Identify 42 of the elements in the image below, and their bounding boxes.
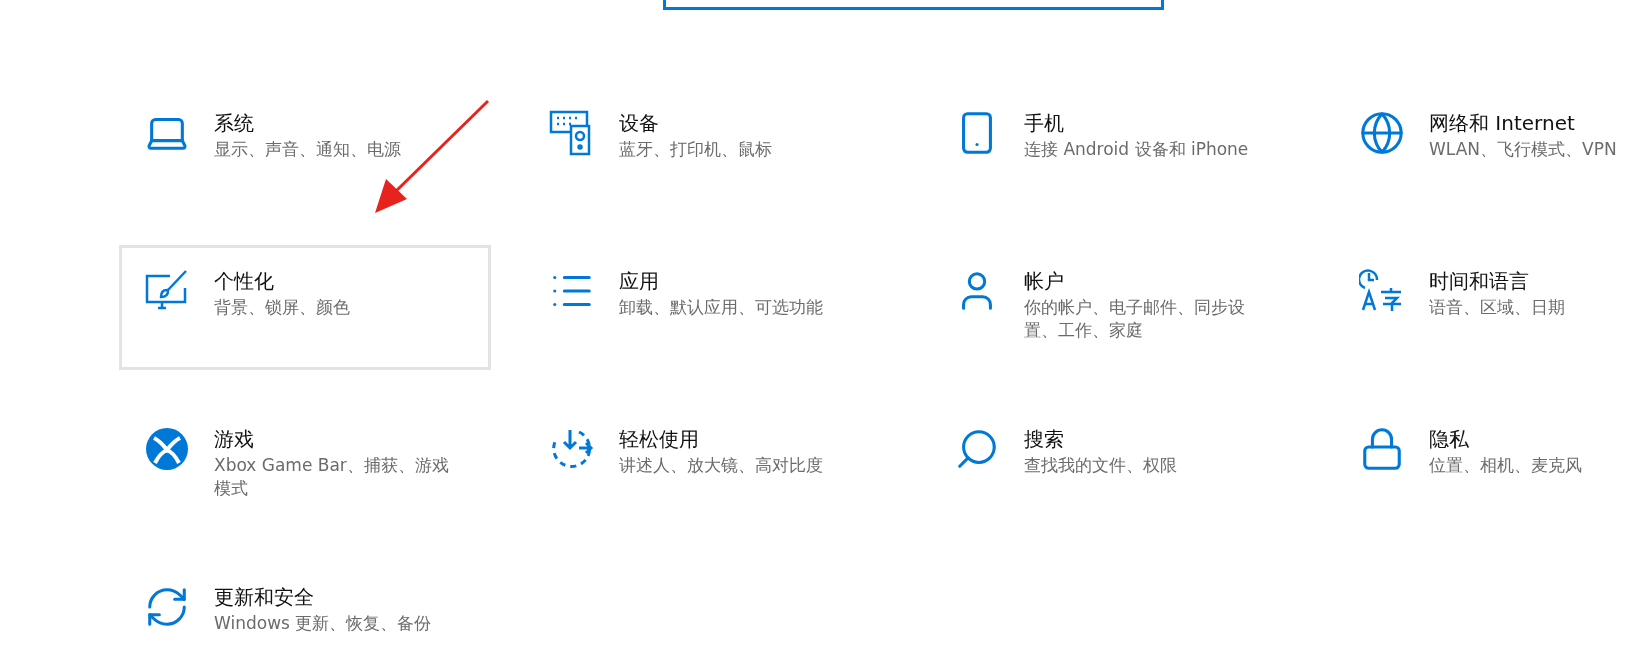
tile-description: 显示、声音、通知、电源 (214, 138, 402, 161)
tile-description: 位置、相机、麦克风 (1429, 454, 1583, 477)
x-circle-icon (144, 426, 190, 472)
tile-description: 连接 Android 设备和 iPhone (1024, 138, 1250, 161)
tile-title: 网络和 Internet (1429, 110, 1576, 136)
settings-tile[interactable]: 搜索 查找我的文件、权限 (929, 403, 1301, 528)
tile-title: 更新和安全 (214, 584, 315, 610)
tile-title: 游戏 (214, 426, 255, 452)
tile-title: 应用 (619, 268, 660, 294)
settings-tile[interactable]: 网络和 Internet WLAN、飞行模式、VPN (1334, 87, 1639, 212)
globe-icon (1359, 110, 1405, 156)
tile-description: 语音、区域、日期 (1429, 296, 1566, 319)
tile-description: 查找我的文件、权限 (1024, 454, 1178, 477)
settings-tile[interactable]: 设备 蓝牙、打印机、鼠标 (524, 87, 896, 212)
tile-title: 隐私 (1429, 426, 1470, 452)
settings-tile[interactable]: 隐私 位置、相机、麦克风 (1334, 403, 1639, 528)
tile-title: 搜索 (1024, 426, 1065, 452)
tile-description: 蓝牙、打印机、鼠标 (619, 138, 773, 161)
settings-tile[interactable]: 时间和语言 语音、区域、日期 (1334, 245, 1639, 370)
tile-description: WLAN、飞行模式、VPN (1429, 138, 1618, 161)
settings-tile[interactable]: 游戏 Xbox Game Bar、捕获、游戏模式 (119, 403, 491, 528)
search-field[interactable] (663, 0, 1164, 10)
tile-title: 时间和语言 (1429, 268, 1530, 294)
settings-tile[interactable]: 应用 卸载、默认应用、可选功能 (524, 245, 896, 370)
tile-title: 个性化 (214, 268, 275, 294)
tile-title: 手机 (1024, 110, 1065, 136)
tile-description: 卸载、默认应用、可选功能 (619, 296, 824, 319)
settings-tile[interactable]: 系统 显示、声音、通知、电源 (119, 87, 491, 212)
tile-title: 设备 (619, 110, 660, 136)
tile-description: 背景、锁屏、颜色 (214, 296, 351, 319)
tile-title: 帐户 (1024, 268, 1065, 294)
tile-description: Windows 更新、恢复、备份 (214, 612, 433, 635)
settings-tile[interactable]: 轻松使用 讲述人、放大镜、高对比度 (524, 403, 896, 528)
tile-title: 轻松使用 (619, 426, 700, 452)
tile-description: 讲述人、放大镜、高对比度 (619, 454, 824, 477)
settings-tile[interactable]: 更新和安全 Windows 更新、恢复、备份 (119, 561, 491, 667)
tile-description: 你的帐户、电子邮件、同步设置、工作、家庭 (1024, 296, 1246, 342)
tile-description: Xbox Game Bar、捕获、游戏模式 (214, 454, 450, 500)
settings-tile[interactable]: 帐户 你的帐户、电子邮件、同步设置、工作、家庭 (929, 245, 1301, 370)
settings-tile[interactable]: 个性化 背景、锁屏、颜色 (119, 245, 491, 370)
tile-title: 系统 (214, 110, 255, 136)
settings-tile[interactable]: 手机 连接 Android 设备和 iPhone (929, 87, 1301, 212)
